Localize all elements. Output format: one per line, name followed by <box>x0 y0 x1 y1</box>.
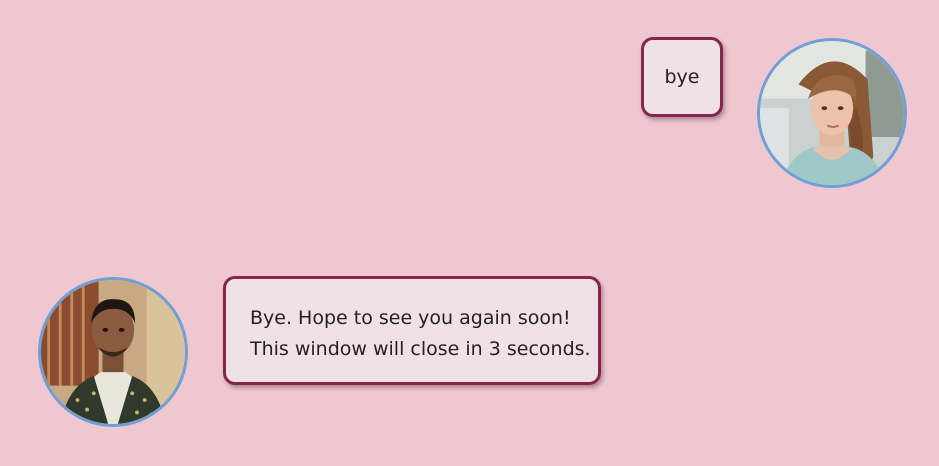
user-avatar <box>757 38 907 188</box>
user-message-text: bye <box>664 66 700 88</box>
woman-portrait-avatar-icon <box>760 41 904 185</box>
bot-message-line-2: This window will close in 3 seconds. <box>250 338 591 360</box>
user-message-bubble: bye <box>641 37 723 117</box>
bot-message-bubble: Bye. Hope to see you again soon! This wi… <box>223 276 601 385</box>
bot-message-line-1: Bye. Hope to see you again soon! <box>250 307 571 329</box>
chat-window: bye Bye. Hope to see you again soon! Thi… <box>0 0 939 466</box>
man-portrait-avatar-icon <box>41 280 185 424</box>
bot-avatar <box>38 277 188 427</box>
